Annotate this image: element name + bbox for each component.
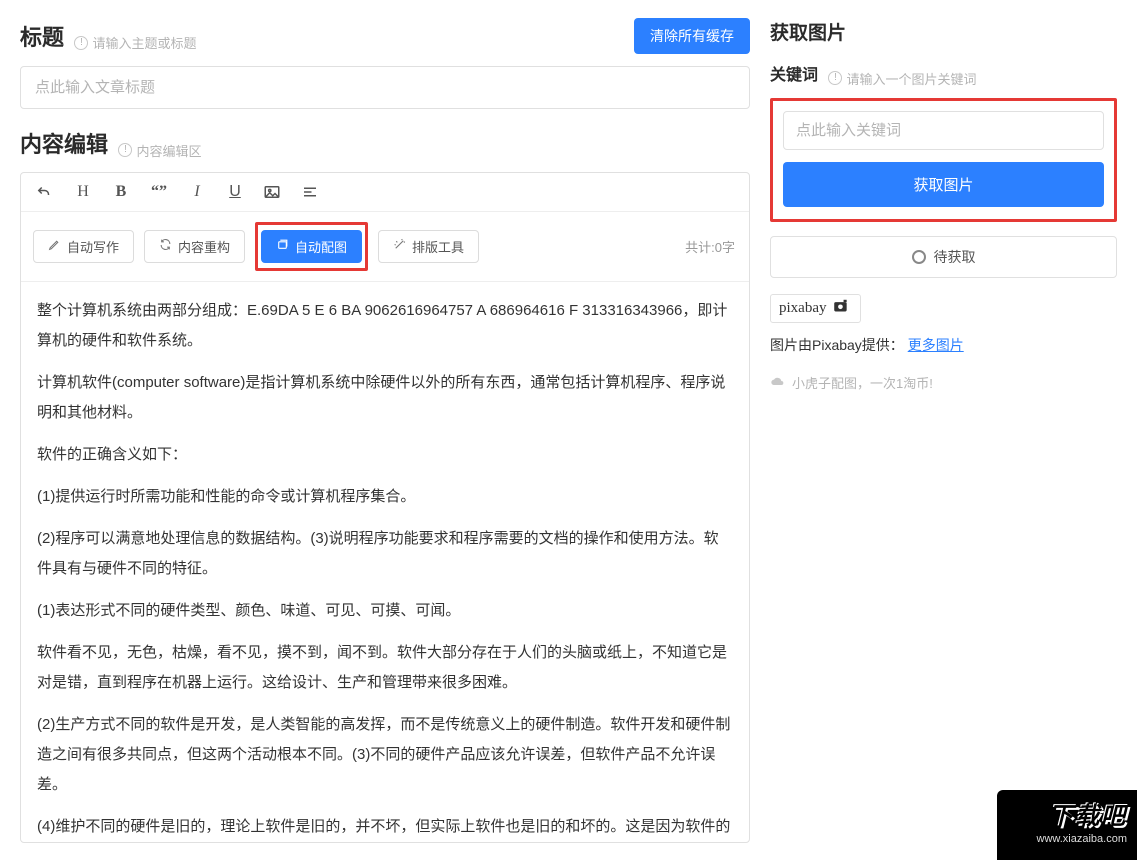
image-icon[interactable] [263, 183, 283, 201]
info-icon: ! [828, 71, 842, 85]
pending-status[interactable]: 待获取 [770, 236, 1117, 278]
clear-cache-button[interactable]: 清除所有缓存 [634, 18, 750, 54]
editor-toolbar-formatting: H B “” I U [21, 173, 749, 212]
highlight-auto-image: 自动配图 [255, 222, 368, 271]
get-image-heading: 获取图片 [770, 18, 846, 45]
keyword-input[interactable] [783, 111, 1104, 150]
editor-toolbar-actions: 自动写作 内容重构 自动配图 [21, 212, 749, 282]
quote-icon[interactable]: “” [149, 183, 169, 201]
editor-paragraph: (1)表达形式不同的硬件类型、颜色、味道、可见、可摸、可闻。 [37, 596, 733, 626]
pixabay-badge: pixabay [770, 294, 861, 323]
word-count: 共计:0字 [685, 237, 735, 256]
editor-paragraph: (2)生产方式不同的软件是开发，是人类智能的高发挥，而不是传统意义上的硬件制造。… [37, 710, 733, 800]
editor-panel: H B “” I U 自动写作 [20, 172, 750, 843]
keyword-hint: ! 请输入一个图片关键词 [828, 69, 976, 88]
cloud-icon [770, 375, 786, 390]
undo-icon[interactable] [35, 183, 55, 201]
align-left-icon[interactable] [301, 183, 321, 201]
editor-paragraph: (4)维护不同的硬件是旧的，理论上软件是旧的，并不坏，但实际上软件也是旧的和坏的… [37, 812, 733, 842]
heading-icon[interactable]: H [73, 183, 93, 201]
auto-write-button[interactable]: 自动写作 [33, 230, 134, 263]
keyword-label: 关键词 [770, 67, 818, 84]
editor-paragraph: 软件看不见，无色，枯燥，看不见，摸不到，闻不到。软件大部分存在于人们的头脑或纸上… [37, 638, 733, 698]
underline-icon[interactable]: U [225, 183, 245, 201]
editor-paragraph: (2)程序可以满意地处理信息的数据结构。(3)说明程序功能要求和程序需要的文档的… [37, 524, 733, 584]
content-hint: ! 内容编辑区 [118, 141, 201, 160]
article-title-input[interactable] [20, 66, 750, 109]
info-icon: ! [74, 36, 88, 50]
content-edit-heading: 内容编辑 [20, 132, 108, 157]
pencil-icon [48, 238, 61, 254]
get-image-button[interactable]: 获取图片 [783, 162, 1104, 207]
editor-paragraph: 软件的正确含义如下： [37, 440, 733, 470]
wand-icon [393, 238, 406, 254]
camera-icon [832, 299, 852, 318]
image-stack-icon [276, 238, 289, 254]
title-heading: 标题 [20, 25, 64, 50]
refresh-icon [159, 238, 172, 254]
watermark: 下载吧 www.xiazaiba.com [997, 790, 1137, 860]
highlight-keyword-box: 获取图片 [770, 98, 1117, 222]
more-images-link[interactable]: 更多图片 [908, 337, 964, 353]
promo-line: 小虎子配图，一次1淘币! [770, 373, 1117, 392]
restructure-button[interactable]: 内容重构 [144, 230, 245, 263]
editor-paragraph: 整个计算机系统由两部分组成：E.69DA 5 E 6 BA 9062616964… [37, 296, 733, 356]
bold-icon[interactable]: B [111, 183, 131, 201]
editor-content[interactable]: 整个计算机系统由两部分组成：E.69DA 5 E 6 BA 9062616964… [21, 282, 749, 842]
layout-tool-button[interactable]: 排版工具 [378, 230, 479, 263]
auto-image-button[interactable]: 自动配图 [261, 230, 362, 263]
editor-paragraph: (1)提供运行时所需功能和性能的命令或计算机程序集合。 [37, 482, 733, 512]
circle-icon [912, 250, 926, 264]
editor-paragraph: 计算机软件(computer software)是指计算机系统中除硬件以外的所有… [37, 368, 733, 428]
italic-icon[interactable]: I [187, 183, 207, 201]
provider-line: 图片由Pixabay提供： 更多图片 [770, 335, 1117, 355]
title-hint: ! 请输入主题或标题 [74, 33, 196, 52]
info-icon: ! [118, 143, 132, 157]
